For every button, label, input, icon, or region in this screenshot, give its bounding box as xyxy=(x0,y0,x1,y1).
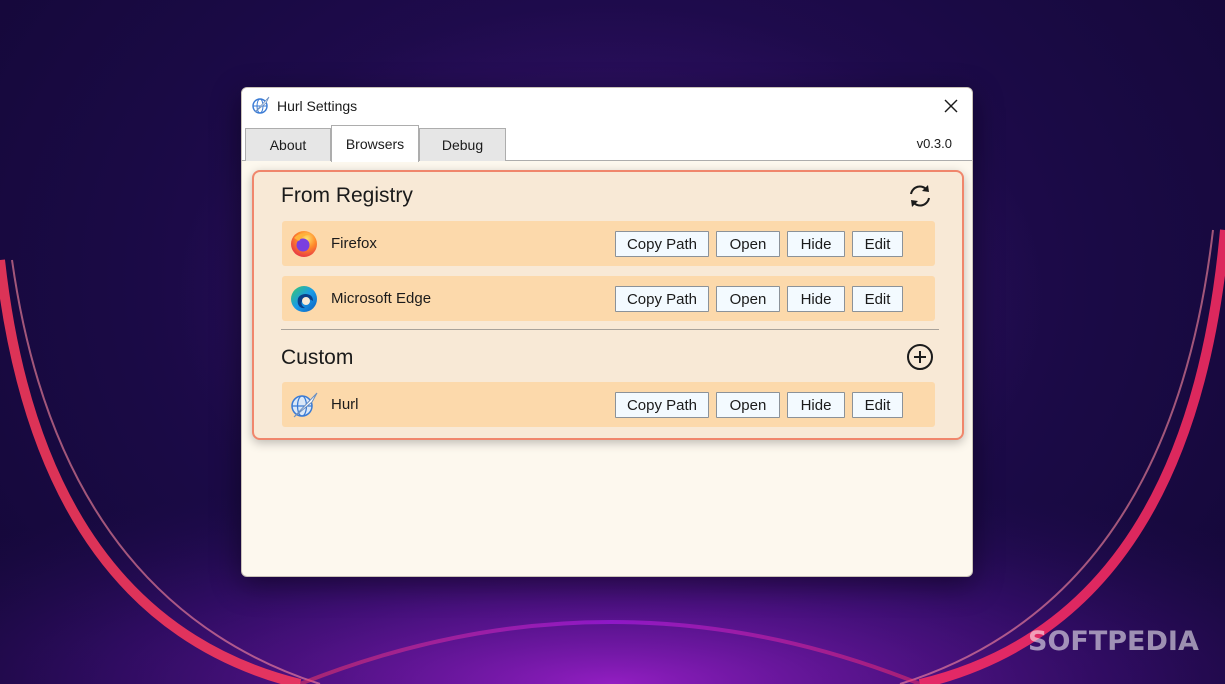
edit-button[interactable]: Edit xyxy=(852,392,903,418)
browser-name: Hurl xyxy=(331,396,359,413)
open-button[interactable]: Open xyxy=(716,231,780,257)
section-divider xyxy=(281,329,939,330)
open-button[interactable]: Open xyxy=(716,286,780,312)
browser-row-edge: Microsoft Edge Copy Path Open Hide Edit xyxy=(282,276,935,321)
copy-path-button[interactable]: Copy Path xyxy=(615,231,709,257)
tab-debug[interactable]: Debug xyxy=(419,128,506,161)
tab-bar: About Browsers Debug v0.3.0 xyxy=(242,124,972,162)
browsers-panel: From Registry Firefox Copy Path Open Hid… xyxy=(252,170,964,440)
edit-button[interactable]: Edit xyxy=(852,231,903,257)
edit-button[interactable]: Edit xyxy=(852,286,903,312)
softpedia-watermark: SOFTPEDIA xyxy=(1028,626,1199,657)
copy-path-button[interactable]: Copy Path xyxy=(615,286,709,312)
hurl-app-icon xyxy=(252,96,270,114)
title-bar: Hurl Settings xyxy=(242,88,972,124)
hurl-icon xyxy=(291,392,318,418)
tab-browsers[interactable]: Browsers xyxy=(331,125,419,162)
section-title-custom: Custom xyxy=(281,346,354,369)
browser-name: Microsoft Edge xyxy=(331,290,432,307)
browser-row-hurl: Hurl Copy Path Open Hide Edit xyxy=(282,382,935,427)
tab-about[interactable]: About xyxy=(245,128,331,161)
hide-button[interactable]: Hide xyxy=(787,231,845,257)
refresh-icon xyxy=(910,185,930,207)
add-custom-browser-button[interactable] xyxy=(906,343,934,371)
add-circle-icon xyxy=(907,344,933,370)
browser-name: Firefox xyxy=(331,235,377,252)
hide-button[interactable]: Hide xyxy=(787,286,845,312)
copy-path-button[interactable]: Copy Path xyxy=(615,392,709,418)
hide-button[interactable]: Hide xyxy=(787,392,845,418)
open-button[interactable]: Open xyxy=(716,392,780,418)
section-title-registry: From Registry xyxy=(281,184,413,207)
close-icon xyxy=(944,99,958,113)
window-title: Hurl Settings xyxy=(277,98,358,114)
settings-window: Hurl Settings About Browsers Debug v0.3.… xyxy=(241,87,973,577)
refresh-button[interactable] xyxy=(906,182,934,210)
firefox-icon xyxy=(291,231,317,257)
edge-icon xyxy=(291,286,317,312)
version-label: v0.3.0 xyxy=(916,136,952,151)
close-button[interactable] xyxy=(930,88,972,124)
browser-row-firefox: Firefox Copy Path Open Hide Edit xyxy=(282,221,935,266)
